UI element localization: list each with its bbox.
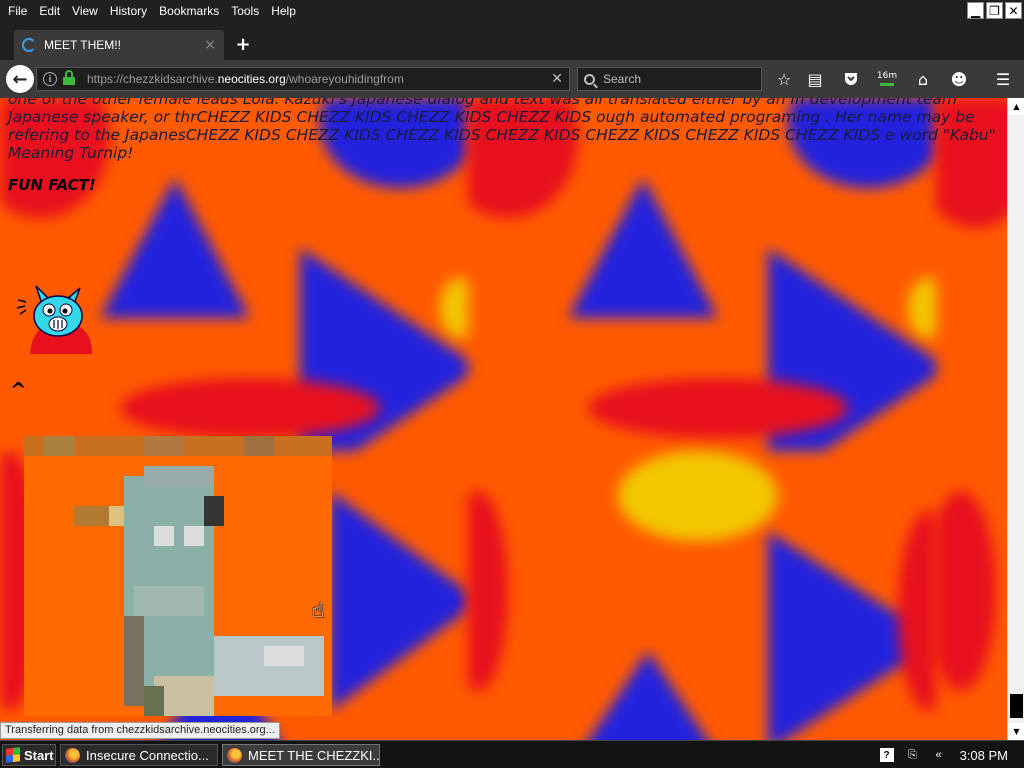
- tab-close-icon[interactable]: ×: [204, 37, 216, 53]
- back-arrow-icon: ←: [12, 68, 28, 90]
- taskbar-item-label: MEET THE CHEZZKI...: [248, 747, 380, 763]
- menu-help[interactable]: Help: [265, 0, 302, 22]
- smiley-icon[interactable]: ☻: [948, 68, 970, 90]
- body-paragraph: one of the other female leads Lola. Kazu…: [8, 98, 996, 162]
- clock[interactable]: 3:08 PM: [960, 748, 1008, 763]
- navigation-bar: ← i https://chezzkidsarchive.neocities.o…: [0, 60, 1024, 98]
- tab-meet-them[interactable]: MEET THEM!! ×: [14, 30, 224, 60]
- timer-bar: [880, 83, 894, 86]
- background-tile: [936, 451, 1007, 740]
- star-icon[interactable]: ☆: [773, 68, 795, 90]
- taskbar-item-insecure-connection[interactable]: Insecure Connectio...: [60, 744, 218, 766]
- taskbar: Start Insecure Connectio... MEET THE CHE…: [0, 740, 1024, 768]
- timer-icon[interactable]: 16m: [876, 68, 898, 90]
- hand-cursor-icon: ☝: [312, 598, 325, 622]
- reading-list-icon[interactable]: ▤: [804, 68, 826, 90]
- back-button[interactable]: ←: [6, 65, 34, 93]
- firefox-icon: [65, 747, 80, 763]
- network-icon[interactable]: ⎘: [906, 748, 920, 762]
- minimize-button[interactable]: ▁: [967, 2, 984, 19]
- loading-spinner-icon: [22, 38, 36, 52]
- tab-strip: MEET THEM!! × +: [0, 22, 1024, 60]
- clear-icon[interactable]: ✕: [551, 71, 563, 87]
- start-label: Start: [24, 747, 54, 763]
- taskbar-item-meet-chezzkids[interactable]: MEET THE CHEZZKI...: [222, 744, 380, 766]
- menu-bookmarks[interactable]: Bookmarks: [153, 0, 225, 22]
- menu-file[interactable]: File: [0, 0, 33, 22]
- taskbar-item-label: Insecure Connectio...: [86, 747, 209, 763]
- cat-character-image: [16, 285, 92, 354]
- fun-fact-heading: FUN FACT!: [8, 176, 96, 194]
- search-bar[interactable]: [577, 67, 762, 91]
- expand-tray-icon[interactable]: «: [932, 748, 946, 762]
- menu-bar: File Edit View History Bookmarks Tools H…: [0, 0, 1024, 22]
- scroll-down-button[interactable]: ▼: [1008, 723, 1024, 740]
- menu-view[interactable]: View: [66, 0, 104, 22]
- timer-label: 16m: [876, 71, 898, 81]
- search-input[interactable]: [603, 72, 753, 86]
- status-text: Transferring data from chezzkidsarchive.…: [0, 722, 280, 739]
- menu-history[interactable]: History: [104, 0, 153, 22]
- menu-tools[interactable]: Tools: [225, 0, 265, 22]
- hamburger-menu-icon[interactable]: ☰: [992, 68, 1014, 90]
- scroll-top-caret[interactable]: ^: [10, 378, 27, 402]
- window-controls: ▁ ❐ ✕: [967, 2, 1022, 19]
- firefox-icon: [227, 747, 242, 763]
- close-window-button[interactable]: ✕: [1005, 2, 1022, 19]
- lock-icon: [63, 70, 75, 85]
- scroll-thumb[interactable]: [1010, 694, 1023, 718]
- url-path: /whoareyouhidingfrom: [285, 72, 404, 86]
- scroll-up-button[interactable]: ▲: [1008, 98, 1024, 115]
- background-tile: [468, 451, 936, 740]
- start-button[interactable]: Start: [2, 744, 56, 766]
- pocket-icon[interactable]: [840, 68, 862, 90]
- new-tab-button[interactable]: +: [234, 34, 252, 55]
- pixelated-image[interactable]: [24, 436, 332, 716]
- url-text[interactable]: https://chezzkidsarchive.neocities.org/w…: [87, 72, 551, 86]
- help-icon[interactable]: ?: [879, 748, 894, 762]
- menu-edit[interactable]: Edit: [33, 0, 66, 22]
- url-bar[interactable]: i https://chezzkidsarchive.neocities.org…: [36, 67, 570, 91]
- search-icon: [584, 73, 595, 85]
- windows-logo-icon: [6, 747, 20, 763]
- tab-title: MEET THEM!!: [44, 38, 121, 52]
- vertical-scrollbar[interactable]: ▲ ▼: [1007, 98, 1024, 740]
- page-viewport[interactable]: one of the other female leads Lola. Kazu…: [0, 98, 1007, 740]
- url-prefix: https://chezzkidsarchive.: [87, 72, 218, 86]
- restore-button[interactable]: ❐: [986, 2, 1003, 19]
- url-domain: neocities.org: [217, 72, 286, 86]
- info-icon[interactable]: i: [43, 72, 57, 86]
- home-icon[interactable]: ⌂: [912, 68, 934, 90]
- system-tray: ? ⎘ « 3:08 PM: [874, 743, 1024, 767]
